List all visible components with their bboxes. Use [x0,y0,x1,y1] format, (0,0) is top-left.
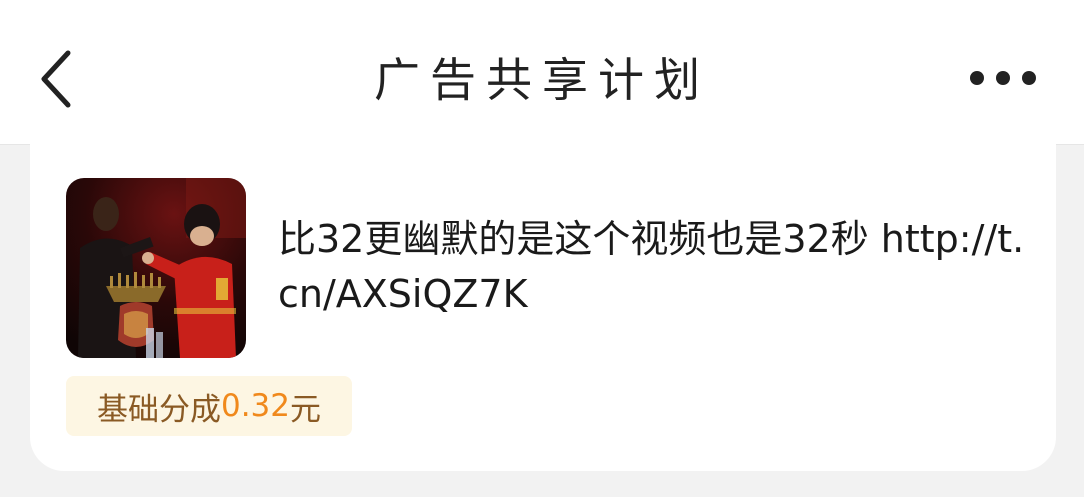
earnings-badge: 基础分成 0.32 元 [66,376,352,436]
video-thumbnail[interactable] [66,178,246,358]
more-button[interactable] [960,56,1046,100]
earnings-amount: 0.32 [220,388,291,424]
more-horizontal-icon [970,71,1036,85]
earnings-label: 基础分成 [96,391,221,428]
video-thumbnail-image [66,178,246,358]
earnings-unit: 元 [290,391,322,428]
top-nav-bar: 广告共享计划 [0,0,1084,145]
ad-share-card: 比32更幽默的是这个视频也是32秒 http://t.cn/AXSiQZ7K 基… [30,140,1056,471]
post-content[interactable]: 比32更幽默的是这个视频也是32秒 http://t.cn/AXSiQZ7K [278,212,1026,322]
page-title: 广告共享计划 [374,53,710,107]
